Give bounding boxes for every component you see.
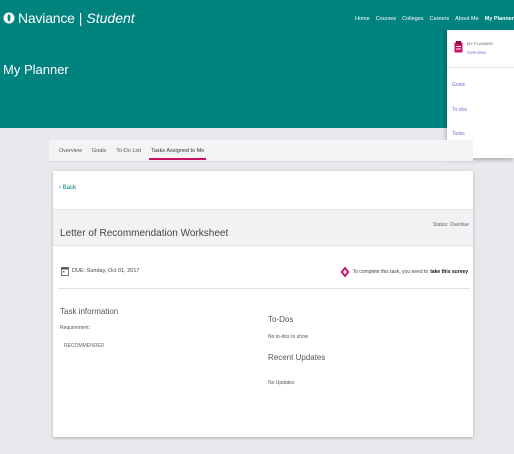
nav-my-planner[interactable]: My Planner <box>485 16 514 22</box>
dropdown-overview-link[interactable]: Overview <box>467 50 493 55</box>
chevron-left-icon: ‹ <box>59 185 61 191</box>
dropdown-section-label: MY PLANNER <box>467 41 493 46</box>
task-card: ‹ Back Letter of Recommendation Workshee… <box>53 171 473 437</box>
todos-heading: To-Dos <box>268 315 294 324</box>
back-link[interactable]: ‹ Back <box>59 185 76 191</box>
tab-goals[interactable]: Goals <box>92 148 106 154</box>
planner-tabs: Overview Goals To-Do List Tasks Assigned… <box>49 140 473 162</box>
brand-separator: | <box>78 10 83 26</box>
updates-empty-text: No Updates <box>268 380 295 386</box>
divider <box>58 288 470 289</box>
task-info-heading: Task information <box>60 307 119 316</box>
brand-subtitle: Student <box>86 10 135 26</box>
naviance-leaf-logo-icon <box>3 12 15 24</box>
brand-name: Naviance <box>18 10 75 26</box>
nav-home[interactable]: Home <box>355 16 370 22</box>
calendar-icon <box>61 267 69 276</box>
app-header: Naviance | Student Home Courses Colleges… <box>0 0 514 128</box>
status-badge: Status: Overdue <box>432 222 469 228</box>
survey-text: To complete this task, you need to <box>352 269 429 275</box>
page-title: My Planner <box>3 62 69 77</box>
dropdown-item-todos[interactable]: To-dos <box>452 107 467 113</box>
dropdown-item-tasks[interactable]: Tasks <box>452 131 465 137</box>
back-label: Back <box>62 185 77 191</box>
survey-prompt: To complete this task, you need to take … <box>340 266 468 278</box>
tab-todo-list[interactable]: To-Do List <box>116 148 141 154</box>
dropdown-header: MY PLANNER Overview <box>454 41 493 55</box>
nav-about-me[interactable]: About Me <box>455 16 479 22</box>
task-title-bar: Letter of Recommendation Worksheet Statu… <box>53 209 473 246</box>
requirement-value: RECOMMENDED <box>64 343 105 349</box>
todos-empty-text: No to-dos to show <box>268 334 309 340</box>
dropdown-item-goals[interactable]: Goals <box>452 82 465 88</box>
requirement-label: Requirement: <box>60 325 91 331</box>
recent-updates-heading: Recent Updates <box>268 353 326 362</box>
nav-careers[interactable]: Careers <box>430 16 450 22</box>
nav-colleges[interactable]: Colleges <box>402 16 423 22</box>
survey-diamond-icon <box>340 266 350 278</box>
top-navigation: Home Courses Colleges Careers About Me M… <box>349 16 514 22</box>
due-date-text: DUE: Sunday, Oct 01, 2017 <box>72 268 140 274</box>
tab-tasks-assigned[interactable]: Tasks Assigned to Me <box>149 148 207 160</box>
divider <box>447 67 514 68</box>
planner-icon <box>454 41 463 53</box>
take-survey-link[interactable]: take this survey <box>430 269 468 275</box>
brand[interactable]: Naviance | Student <box>3 10 135 26</box>
due-date: DUE: Sunday, Oct 01, 2017 <box>61 266 139 276</box>
nav-courses[interactable]: Courses <box>376 16 396 22</box>
my-planner-dropdown: MY PLANNER Overview Goals To-dos Tasks <box>447 30 514 158</box>
task-title: Letter of Recommendation Worksheet <box>60 228 229 239</box>
tab-overview[interactable]: Overview <box>59 148 82 154</box>
